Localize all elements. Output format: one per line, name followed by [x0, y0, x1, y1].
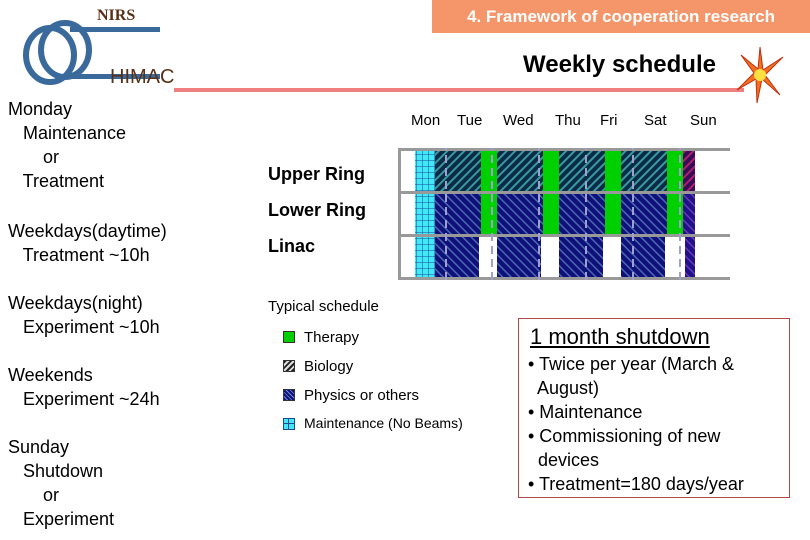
schedule-block-lower: [605, 193, 621, 235]
logo-nirs: NIRS: [97, 7, 136, 24]
shutdown-bullet: • Commissioning of new devices: [528, 426, 721, 470]
ring-upper: Upper Ring: [268, 164, 365, 184]
schedule-block-linac: [621, 236, 665, 278]
grid-left-line: [398, 148, 401, 280]
ring-linac: Linac: [268, 236, 316, 256]
note-monday: Monday Maintenance or Treatment: [8, 99, 127, 191]
schedule-block-linac: [559, 236, 603, 278]
schedule-block-lower: [621, 193, 667, 235]
day-sun: Sun: [690, 112, 717, 129]
grid-row-line: [398, 191, 730, 194]
schedule-block-upper: [435, 150, 481, 192]
schedule-block-lower: [481, 193, 497, 235]
shutdown-bullet: • Twice per year (March & August): [528, 354, 735, 398]
day-tue: Tue: [457, 112, 483, 129]
schedule-block-upper: [415, 150, 435, 192]
schedule-block-upper: [683, 150, 695, 192]
schedule-block-lower: [435, 193, 481, 235]
schedule-grid: [398, 148, 730, 280]
day-fri: Fri: [600, 112, 618, 129]
note-sunday: Sunday Shutdown or Experiment: [8, 437, 115, 529]
day-thu: Thu: [555, 112, 581, 129]
section-title: 4. Framework of cooperation research: [432, 0, 810, 33]
day-sat: Sat: [644, 112, 667, 129]
star-burst-icon: [736, 46, 784, 104]
schedule-block-linac: [685, 236, 695, 278]
shutdown-title: 1 month shutdown: [530, 324, 710, 349]
schedule-block-linac: [415, 236, 435, 278]
schedule-block-linac: [497, 236, 541, 278]
schedule-block-upper: [559, 150, 605, 192]
schedule-block-upper: [621, 150, 667, 192]
page-title: Weekly schedule: [523, 51, 716, 78]
schedule-block-lower: [415, 193, 435, 235]
day-mon: Mon: [411, 112, 441, 129]
schedule-block-upper: [497, 150, 543, 192]
schedule-block-upper: [481, 150, 497, 192]
note-weekdays-night: Weekdays(night) Experiment ~10h: [8, 293, 160, 337]
schedule-block-lower: [683, 193, 695, 235]
logo-himac: HIMAC: [110, 66, 175, 88]
day-wed: Wed: [503, 112, 534, 129]
schedule-block-upper: [605, 150, 621, 192]
note-weekdays-daytime: Weekdays(daytime) Treatment ~10h: [8, 221, 167, 265]
shutdown-bullet: • Treatment=180 days/year: [528, 474, 744, 494]
legend-title: Typical schedule: [268, 298, 379, 315]
schedule-block-lower: [543, 193, 559, 235]
schedule-block-upper: [543, 150, 559, 192]
schedule-block-lower: [497, 193, 543, 235]
ring-lower: Lower Ring: [268, 200, 366, 220]
schedule-block-linac: [435, 236, 479, 278]
note-weekends: Weekends Experiment ~24h: [8, 365, 160, 409]
title-underline: [174, 88, 744, 92]
shutdown-bullet: • Maintenance: [528, 402, 643, 422]
schedule-block-lower: [559, 193, 605, 235]
